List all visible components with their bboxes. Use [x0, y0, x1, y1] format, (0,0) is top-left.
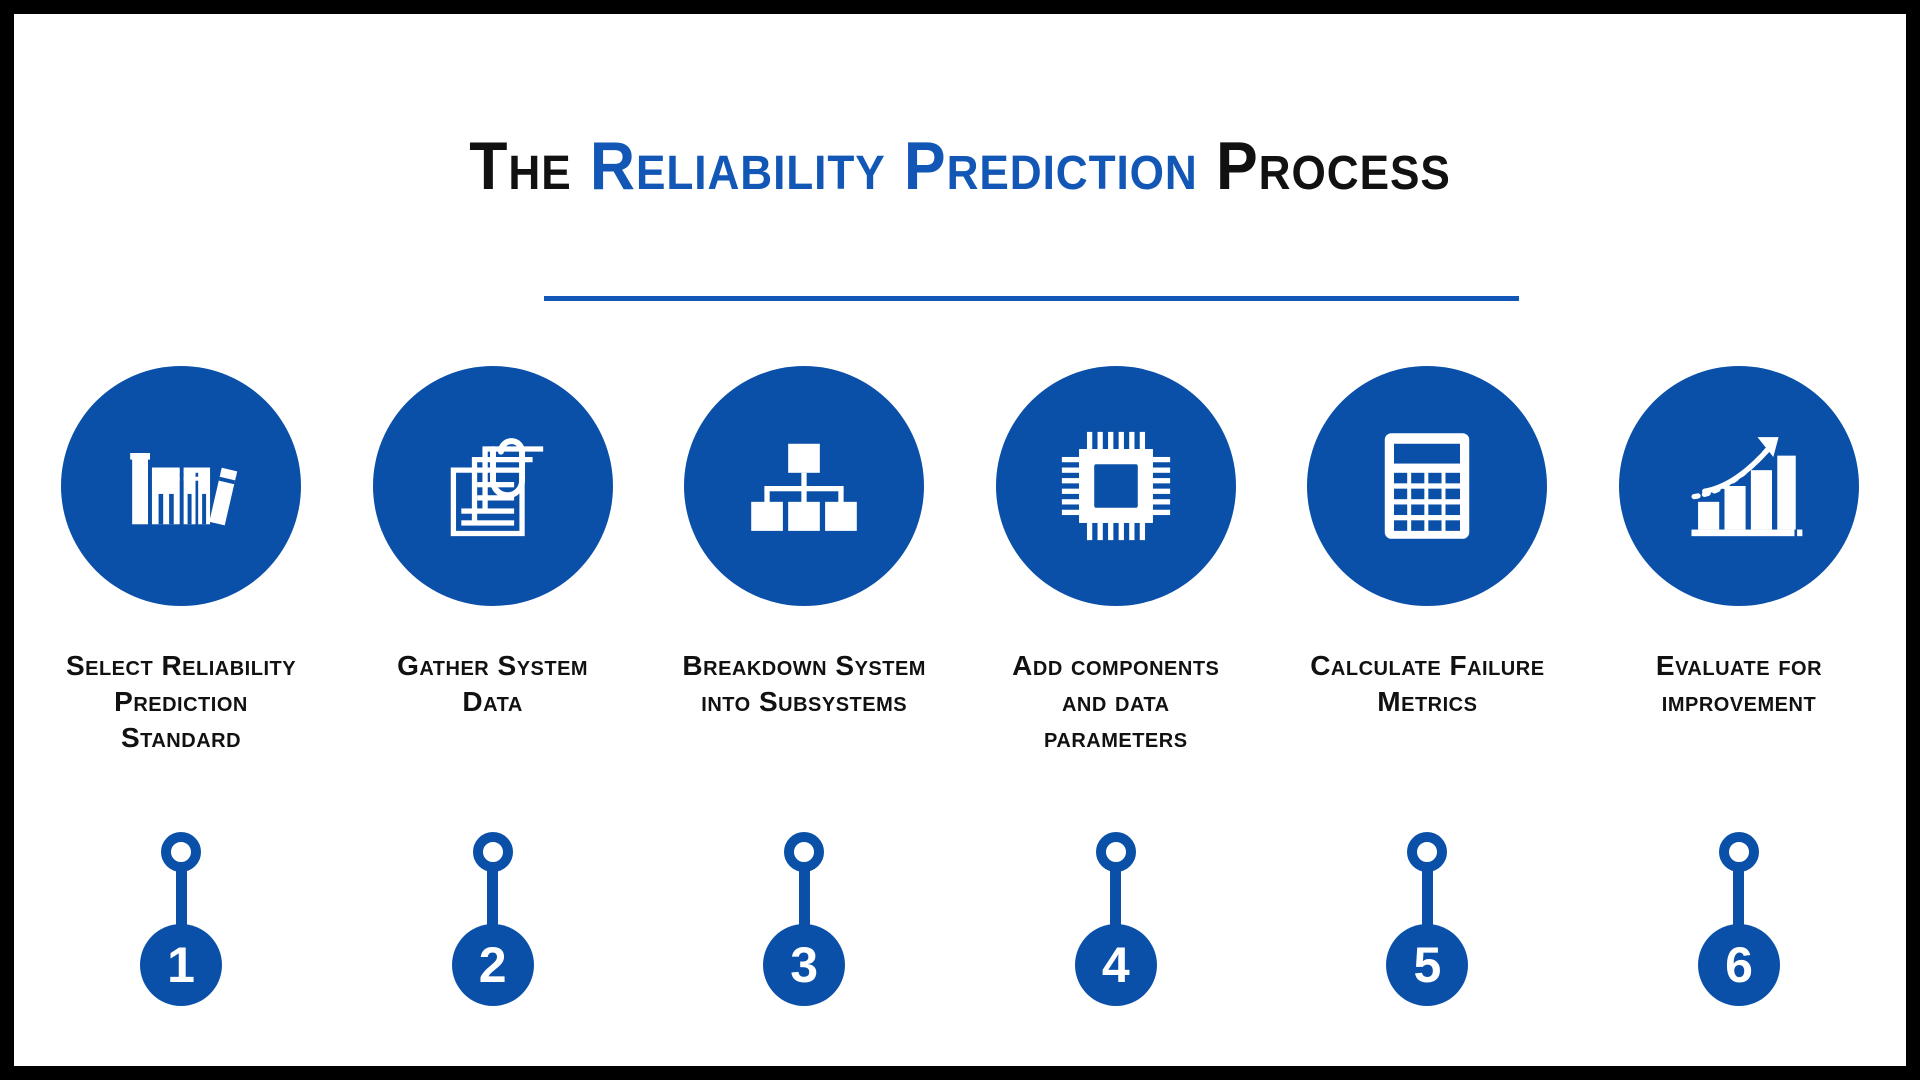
timeline-ring-5	[1407, 832, 1448, 872]
title-part-2: Process	[1197, 128, 1451, 204]
step-1-icon-circle	[61, 366, 301, 606]
timeline-number-2: 2	[451, 924, 534, 1006]
hierarchy-org-chart-icon	[751, 443, 857, 531]
step-6-label: Evaluate for improvement	[1655, 650, 1823, 717]
step-6: Evaluate for improvement	[1614, 366, 1864, 755]
step-1-label: Select Reliability Prediction Standard	[65, 650, 297, 753]
timeline-ring-1	[161, 832, 201, 872]
step-4-label: Add components and data parameters	[1012, 650, 1220, 753]
calculator-icon	[1385, 433, 1470, 539]
timeline-stem-1	[175, 870, 187, 928]
steps-row: Select Reliability Prediction Standard G…	[14, 366, 1906, 755]
timeline-stem-3	[798, 870, 810, 928]
step-4-icon-circle	[995, 366, 1236, 606]
step-5: Calculate Failure Metrics	[1302, 366, 1552, 755]
timeline-node-3[interactable]: 3	[679, 832, 929, 1006]
timeline: 1 2 3 4 5 6	[14, 832, 1906, 1022]
documents-paperclip-icon	[450, 438, 543, 537]
timeline-number-3: 3	[763, 924, 846, 1006]
title-part-1: The	[469, 128, 590, 204]
timeline-stem-2	[487, 870, 499, 928]
page-title: The Reliability Prediction Process	[90, 132, 1831, 200]
step-5-icon-circle	[1307, 366, 1548, 606]
title-divider	[544, 296, 1519, 301]
microchip-icon	[1061, 431, 1170, 541]
step-3: Breakdown System into Subsystems	[679, 366, 929, 755]
timeline-number-4: 4	[1074, 924, 1157, 1006]
timeline-ring-4	[1095, 832, 1136, 872]
timeline-stem-5	[1421, 870, 1433, 928]
timeline-number-5: 5	[1386, 924, 1469, 1006]
timeline-number-1: 1	[140, 924, 222, 1006]
timeline-ring-6	[1718, 832, 1759, 872]
step-5-label: Calculate Failure Metrics	[1310, 650, 1545, 717]
timeline-stem-4	[1110, 870, 1122, 928]
timeline-node-2[interactable]: 2	[368, 832, 618, 1006]
timeline-nodes: 1 2 3 4 5 6	[14, 832, 1906, 1006]
step-3-icon-circle	[684, 366, 925, 606]
timeline-number-6: 6	[1697, 924, 1780, 1006]
step-4: Add components and data parameters	[991, 366, 1241, 755]
step-1: Select Reliability Prediction Standard	[56, 366, 306, 755]
step-2-icon-circle	[372, 366, 613, 606]
timeline-node-6[interactable]: 6	[1614, 832, 1864, 1006]
step-3-label: Breakdown System into Subsystems	[682, 650, 926, 717]
step-2: Gather System Data	[368, 366, 618, 755]
timeline-stem-6	[1733, 870, 1745, 928]
step-6-icon-circle	[1618, 366, 1859, 606]
infographic-frame: The Reliability Prediction Process Selec…	[14, 14, 1906, 1066]
title-highlight: Reliability Prediction	[589, 128, 1198, 204]
timeline-node-4[interactable]: 4	[991, 832, 1241, 1006]
timeline-ring-2	[472, 832, 513, 872]
growth-bar-chart-arrow-icon	[1691, 437, 1803, 537]
timeline-node-1[interactable]: 1	[56, 832, 306, 1006]
step-2-label: Gather System Data	[397, 650, 589, 717]
timeline-node-5[interactable]: 5	[1302, 832, 1552, 1006]
books-icon	[130, 453, 238, 526]
timeline-ring-3	[784, 832, 825, 872]
